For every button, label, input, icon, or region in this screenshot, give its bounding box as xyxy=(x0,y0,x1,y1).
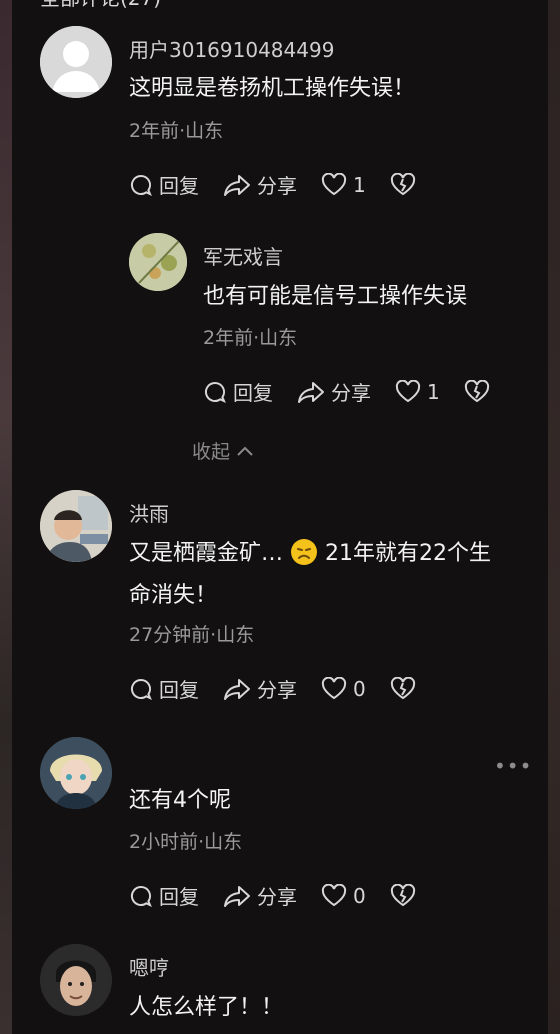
dislike-button[interactable] xyxy=(390,883,422,908)
share-icon xyxy=(224,885,250,907)
comment-username[interactable]: 洪雨 xyxy=(129,498,169,527)
comments-panel[interactable]: 全部评论(27) 用户3016910484499 这明显是卷扬机工操作失误！ 2… xyxy=(12,0,548,1034)
like-button[interactable]: 0 xyxy=(321,883,366,908)
comment-text: 也有可能是信号工操作失误 xyxy=(203,284,468,309)
reply-label: 回复 xyxy=(159,174,199,198)
share-button[interactable]: 分享 xyxy=(297,377,371,406)
dislike-button[interactable] xyxy=(390,172,422,197)
share-icon xyxy=(224,174,250,196)
like-count: 1 xyxy=(427,379,440,404)
share-label: 分享 xyxy=(257,174,297,198)
like-button[interactable]: 1 xyxy=(321,172,366,197)
comment-text-part: 又是栖霞金矿… xyxy=(129,541,284,566)
reply-button[interactable]: 回复 xyxy=(129,674,199,703)
share-label: 分享 xyxy=(257,885,297,909)
share-label: 分享 xyxy=(331,381,371,405)
user-photo-avatar xyxy=(40,944,112,1016)
reply-button[interactable]: 回复 xyxy=(129,170,199,199)
comment-meta: 27分钟前·山东 xyxy=(129,624,255,646)
reply-button[interactable]: 回复 xyxy=(129,881,199,910)
dislike-button[interactable] xyxy=(390,676,422,701)
avatar[interactable] xyxy=(40,944,112,1016)
reply-icon xyxy=(130,174,152,196)
comment-username[interactable]: 嗯哼 xyxy=(129,952,169,981)
comment-meta: 2年前·山东 xyxy=(203,327,298,349)
avatar[interactable] xyxy=(40,737,112,809)
reply-icon xyxy=(130,678,152,700)
like-count: 0 xyxy=(353,676,366,701)
comments-header-title: 全部评论(27) xyxy=(40,0,161,11)
broken-heart-icon xyxy=(390,883,415,906)
collapse-label: 收起 xyxy=(192,441,231,463)
comment-actions: 回复 分享 1 xyxy=(203,377,520,406)
like-count: 0 xyxy=(353,883,366,908)
avatar[interactable] xyxy=(40,26,112,98)
broken-heart-icon xyxy=(464,379,489,402)
share-button[interactable]: 分享 xyxy=(223,170,297,199)
share-button[interactable]: 分享 xyxy=(223,674,297,703)
heart-icon xyxy=(321,676,347,699)
comment-actions: 回复 分享 0 xyxy=(129,674,446,703)
comment-username[interactable]: 军无戏言 xyxy=(203,241,283,270)
like-count: 1 xyxy=(353,172,366,197)
background-right-edge xyxy=(548,0,560,1034)
comment-actions: 回复 分享 0 xyxy=(129,881,446,910)
heart-icon xyxy=(321,883,347,906)
reply-button[interactable]: 回复 xyxy=(203,377,273,406)
reply-icon xyxy=(204,381,226,403)
share-icon xyxy=(298,381,324,403)
reply-label: 回复 xyxy=(159,885,199,909)
comment-text: 这明显是卷扬机工操作失误！ xyxy=(129,76,416,101)
share-button[interactable]: 分享 xyxy=(223,881,297,910)
comment-meta: 2年前·山东 xyxy=(129,120,224,142)
avatar[interactable] xyxy=(40,490,112,562)
share-label: 分享 xyxy=(257,678,297,702)
reply-label: 回复 xyxy=(233,381,273,405)
comment-actions: 回复 分享 1 xyxy=(129,170,446,199)
comment-text: 还有4个呢 xyxy=(129,788,231,813)
collapse-replies-button[interactable]: 收起 xyxy=(192,437,254,464)
comment-text: 又是栖霞金矿… 21年就有22个生 命消失！ xyxy=(129,533,529,617)
dislike-button[interactable] xyxy=(464,379,496,404)
reply-label: 回复 xyxy=(159,678,199,702)
broken-heart-icon xyxy=(390,172,415,195)
chevron-up-icon xyxy=(237,446,253,456)
frowning-face-emoji-icon xyxy=(291,539,318,565)
flower-avatar-image xyxy=(129,233,187,291)
user-photo-avatar xyxy=(40,490,112,562)
reply-icon xyxy=(130,885,152,907)
broken-heart-icon xyxy=(390,676,415,699)
like-button[interactable]: 0 xyxy=(321,676,366,701)
comment-text-part: 21年就有22个生 xyxy=(325,541,492,566)
anime-character-avatar xyxy=(40,737,112,809)
comment-username[interactable]: 用户3016910484499 xyxy=(129,34,334,63)
comment-text: 人怎么样了！！ xyxy=(129,995,284,1020)
heart-icon xyxy=(395,379,421,402)
heart-icon xyxy=(321,172,347,195)
comment-meta: 2小时前·山东 xyxy=(129,831,243,853)
share-icon xyxy=(224,678,250,700)
default-avatar-icon xyxy=(40,26,112,98)
like-button[interactable]: 1 xyxy=(395,379,440,404)
avatar[interactable] xyxy=(129,233,187,291)
background-left-edge xyxy=(0,0,12,1034)
comment-text-part: 命消失！ xyxy=(129,583,218,608)
more-options-button[interactable]: ••• xyxy=(494,754,532,778)
